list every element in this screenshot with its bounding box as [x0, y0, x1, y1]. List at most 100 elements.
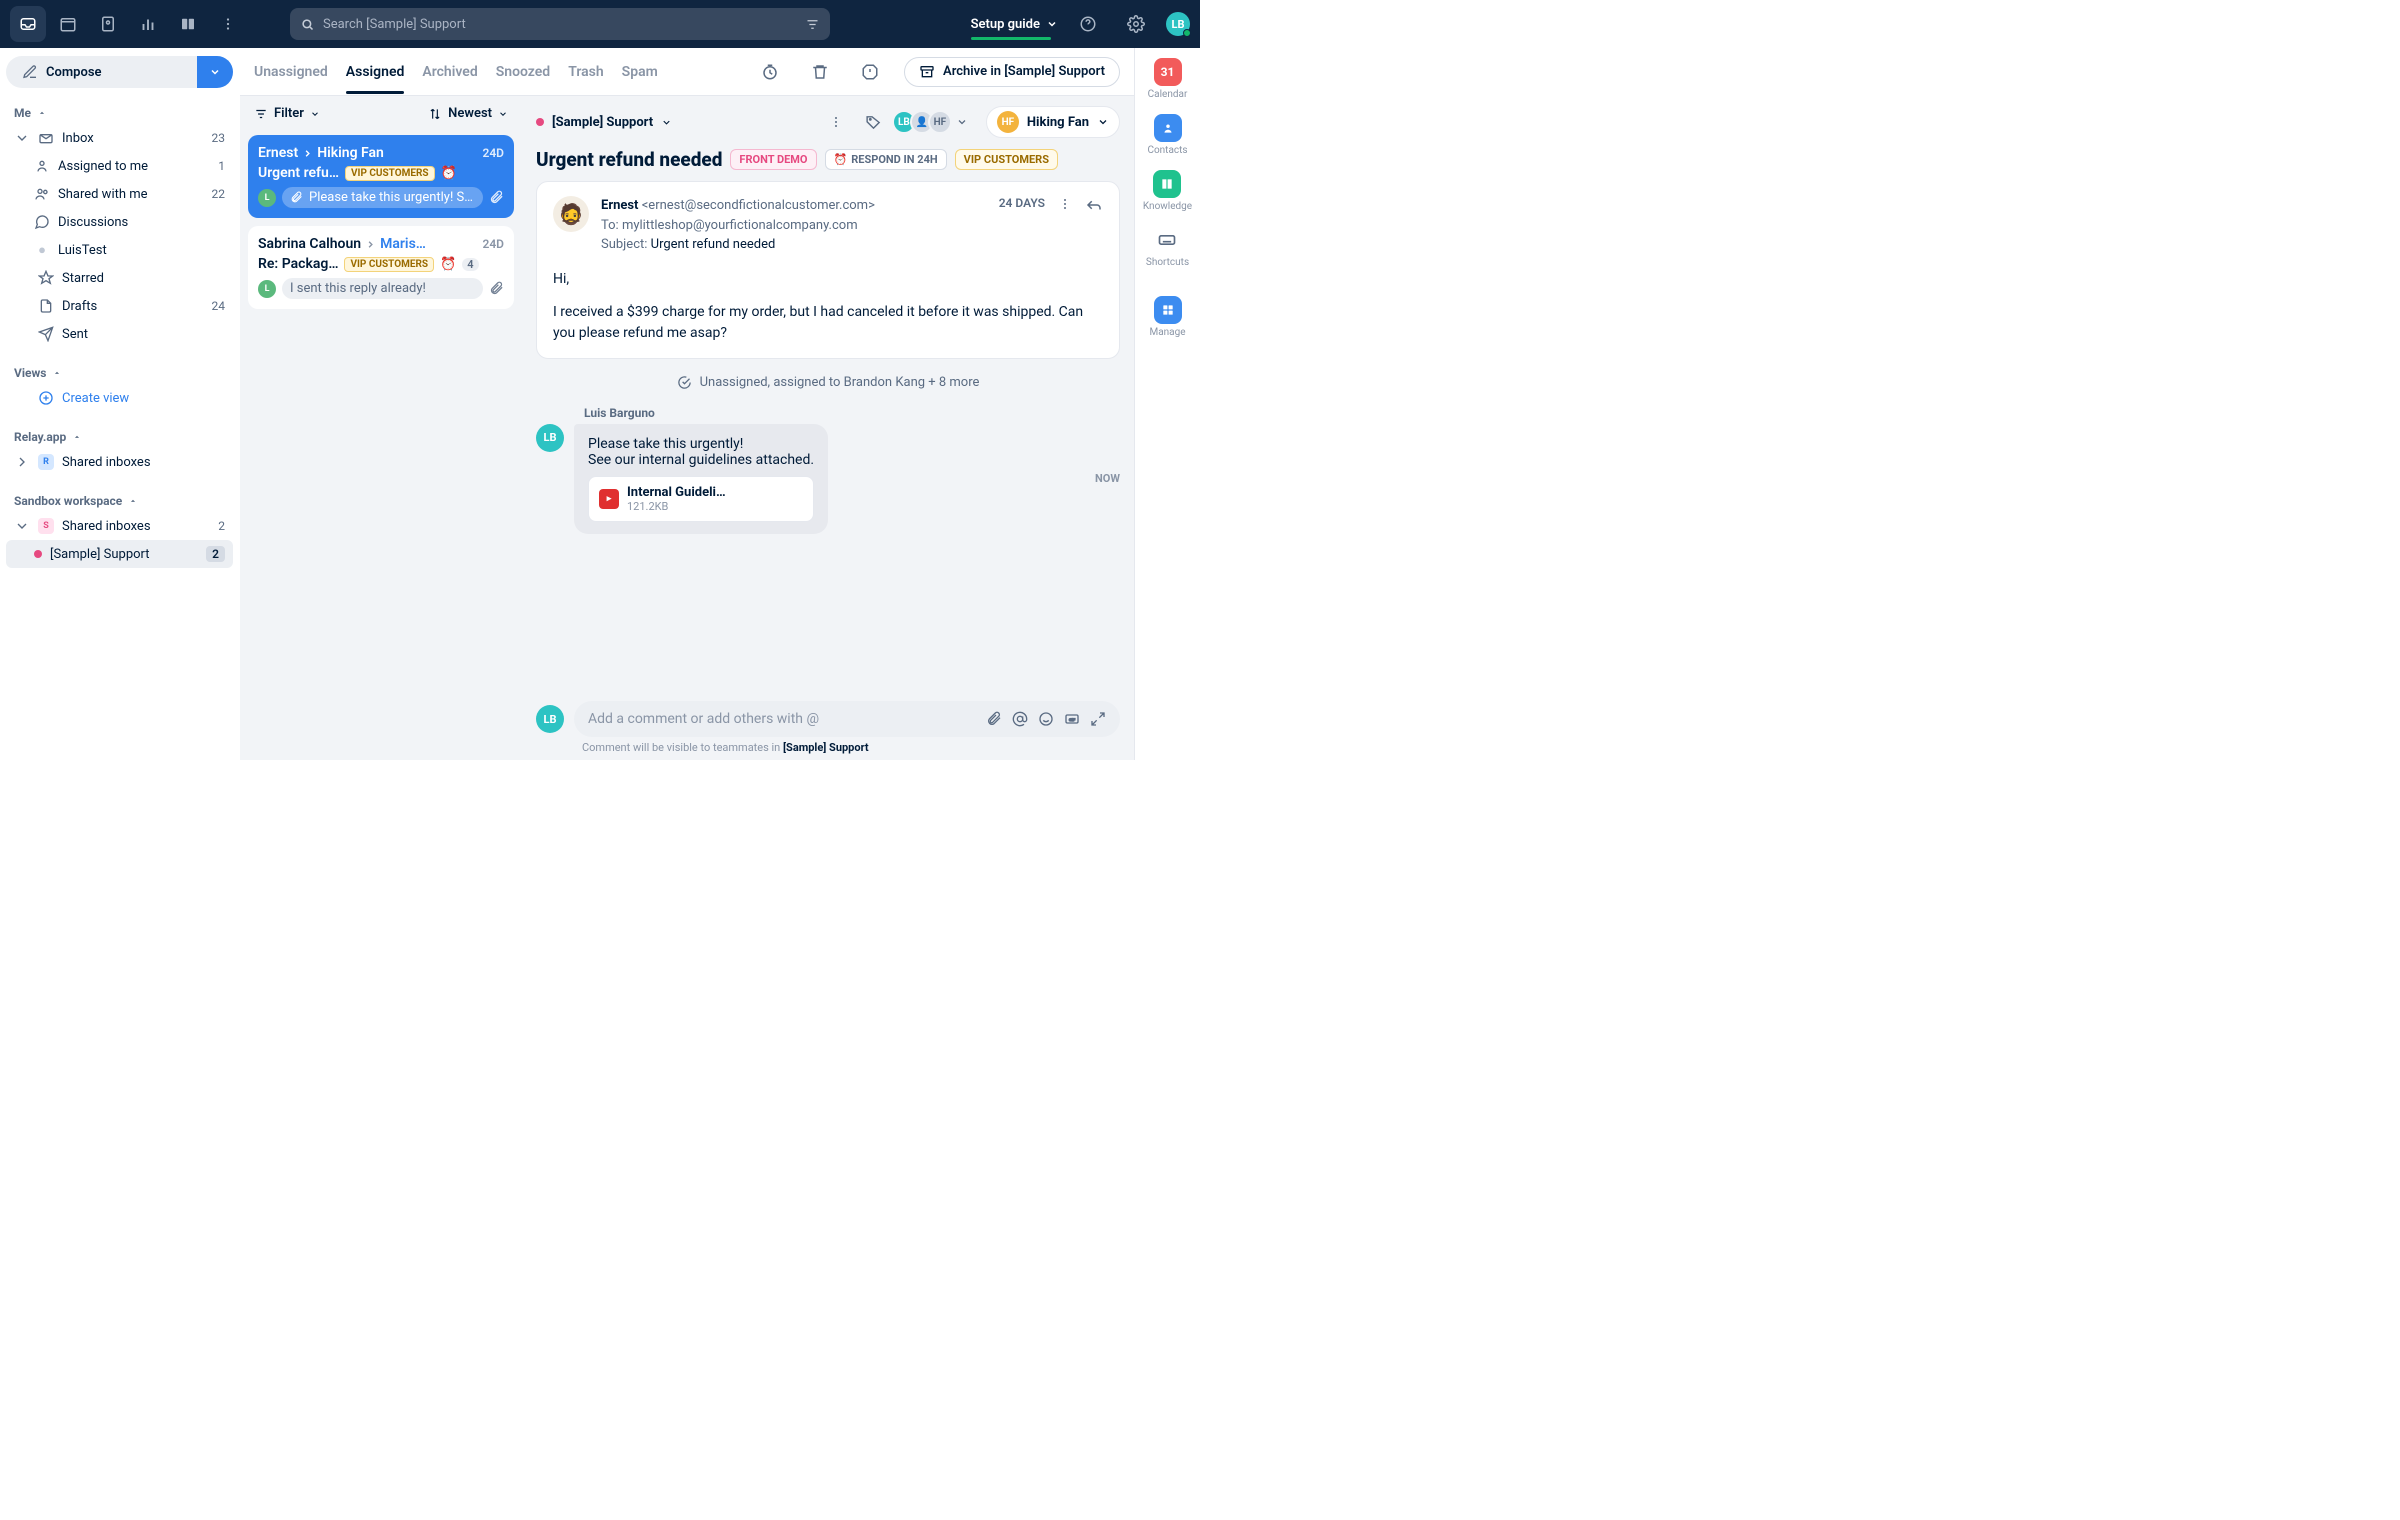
filter-icon[interactable] [805, 17, 820, 32]
rail-calendar[interactable]: 31Calendar [1148, 58, 1188, 100]
conversation-card[interactable]: Ernest Hiking Fan 24D Urgent refu… VIP C… [248, 135, 514, 218]
sidebar-item-relay-shared[interactable]: R Shared inboxes [6, 448, 233, 476]
gif-icon[interactable]: GIF [1064, 711, 1080, 727]
alarm-emoji-icon: ⏰ [440, 257, 456, 272]
compose-button[interactable]: Compose [6, 56, 197, 88]
tab-unassigned[interactable]: Unassigned [254, 50, 328, 94]
emoji-icon[interactable] [1038, 711, 1054, 727]
content-column: Unassigned Assigned Archived Snoozed Tra… [240, 48, 1134, 760]
setup-guide-link[interactable]: Setup guide [971, 17, 1058, 32]
snooze-icon[interactable] [754, 56, 786, 88]
rail-label: Knowledge [1143, 201, 1192, 212]
contacts-icon [1154, 114, 1182, 142]
tab-assigned[interactable]: Assigned [346, 50, 405, 94]
expand-icon[interactable] [1090, 711, 1106, 727]
section-me-header[interactable]: Me [6, 98, 233, 124]
tag-icon[interactable] [860, 108, 888, 136]
compose-icon [22, 64, 38, 80]
comment-field[interactable] [588, 711, 978, 727]
search-input[interactable] [323, 17, 797, 32]
file-attachment[interactable]: ▸ Internal Guideli… 121.2KB [588, 476, 814, 522]
tab-trash[interactable]: Trash [568, 50, 603, 94]
bullet-icon: ● [34, 242, 50, 258]
tag-demo[interactable]: FRONT DEMO [730, 149, 816, 170]
user-avatar[interactable]: LB [1166, 12, 1190, 36]
tab-snoozed[interactable]: Snoozed [496, 50, 551, 94]
sender-name: Ernest [601, 198, 638, 213]
tag-vip[interactable]: VIP CUSTOMERS [955, 149, 1058, 170]
message-age: 24 DAYS [999, 196, 1045, 210]
activity-line[interactable]: Unassigned, assigned to Brandon Kang + 8… [522, 359, 1134, 406]
visibility-channel: [Sample] Support [783, 741, 869, 754]
sidebar-item-inbox[interactable]: Inbox 23 [6, 124, 233, 152]
sidebar-count: 2 [218, 519, 225, 533]
archive-button[interactable]: Archive in [Sample] Support [904, 57, 1120, 87]
participants[interactable]: LB 👤 HF [898, 110, 968, 134]
compose-dropdown[interactable] [197, 56, 233, 88]
filter-button[interactable]: Filter [254, 106, 320, 121]
sidebar-item-assigned[interactable]: Assigned to me 1 [6, 152, 233, 180]
section-sandbox-header[interactable]: Sandbox workspace [6, 486, 233, 512]
attachment-icon[interactable] [986, 711, 1002, 727]
subject-label: Subject: [601, 237, 647, 252]
spam-icon[interactable] [854, 56, 886, 88]
sidebar-count: 23 [212, 131, 226, 145]
send-icon [38, 326, 54, 342]
tag-respond[interactable]: ⏰RESPOND IN 24H [825, 149, 947, 170]
search-bar[interactable] [290, 8, 830, 40]
help-icon[interactable] [1070, 6, 1106, 42]
section-views-header[interactable]: Views [6, 358, 233, 384]
message-side: 24 DAYS [999, 196, 1103, 255]
sidebar-count: 2 [206, 546, 225, 562]
settings-icon[interactable] [1118, 6, 1154, 42]
sidebar-item-drafts[interactable]: Drafts 24 [6, 292, 233, 320]
sidebar-item-starred[interactable]: Starred [6, 264, 233, 292]
trash-icon[interactable] [804, 56, 836, 88]
subject-heading: Urgent refund needed [536, 148, 722, 171]
rail-shortcuts[interactable]: Shortcuts [1146, 226, 1189, 268]
tab-spam[interactable]: Spam [622, 50, 658, 94]
sidebar-item-sample-support[interactable]: [Sample] Support 2 [6, 540, 233, 568]
rail-label: Contacts [1147, 145, 1187, 156]
sidebar-label: Sent [62, 327, 88, 342]
to-label: To: [601, 218, 619, 233]
analytics-app-icon[interactable] [130, 6, 166, 42]
chevron-down-icon [1097, 116, 1109, 128]
sidebar-item-shared[interactable]: Shared with me 22 [6, 180, 233, 208]
sidebar-create-view[interactable]: Create view [6, 384, 233, 412]
convo-subject: Urgent refu… [258, 165, 339, 181]
reply-icon[interactable] [1085, 196, 1103, 214]
more-icon[interactable] [1057, 196, 1073, 212]
sidebar-item-sandbox-shared[interactable]: S Shared inboxes 2 [6, 512, 233, 540]
snippet-row: L I sent this reply already! [258, 278, 504, 299]
more-apps-icon[interactable] [210, 6, 246, 42]
sidebar-label: Shared inboxes [62, 519, 151, 534]
section-relay-header[interactable]: Relay.app [6, 422, 233, 448]
tab-archived[interactable]: Archived [422, 50, 477, 94]
conversation-card[interactable]: Sabrina Calhoun Maris… 24D Re: Packag… V… [248, 226, 514, 309]
detail-top-bar: [Sample] Support LB 👤 HF HF Hiking F [522, 96, 1134, 148]
rail-contacts[interactable]: Contacts [1147, 114, 1187, 156]
sort-button[interactable]: Newest [428, 106, 508, 121]
contacts-app-icon[interactable] [90, 6, 126, 42]
knowledge-icon [1153, 170, 1181, 198]
mention-icon[interactable] [1012, 711, 1028, 727]
sidebar-item-sent[interactable]: Sent [6, 320, 233, 348]
convo-from-row: Ernest Hiking Fan 24D [258, 145, 504, 161]
more-icon[interactable] [822, 108, 850, 136]
split-view-icon[interactable] [170, 6, 206, 42]
sidebar-item-luistest[interactable]: ● LuisTest [6, 236, 233, 264]
file-size: 121.2KB [627, 500, 726, 513]
assignee-chip[interactable]: HF Hiking Fan [986, 106, 1120, 138]
thread-count: 4 [462, 258, 478, 271]
comment-time: NOW [1095, 472, 1120, 485]
rail-manage[interactable]: Manage [1149, 296, 1185, 338]
channel-chip[interactable]: [Sample] Support [536, 115, 672, 130]
caret-up-icon [128, 496, 138, 506]
sort-icon [428, 107, 442, 121]
calendar-app-icon[interactable] [50, 6, 86, 42]
comment-input[interactable]: GIF [574, 701, 1120, 737]
sidebar-item-discussions[interactable]: Discussions [6, 208, 233, 236]
rail-knowledge[interactable]: Knowledge [1143, 170, 1192, 212]
inbox-app-icon[interactable] [10, 6, 46, 42]
